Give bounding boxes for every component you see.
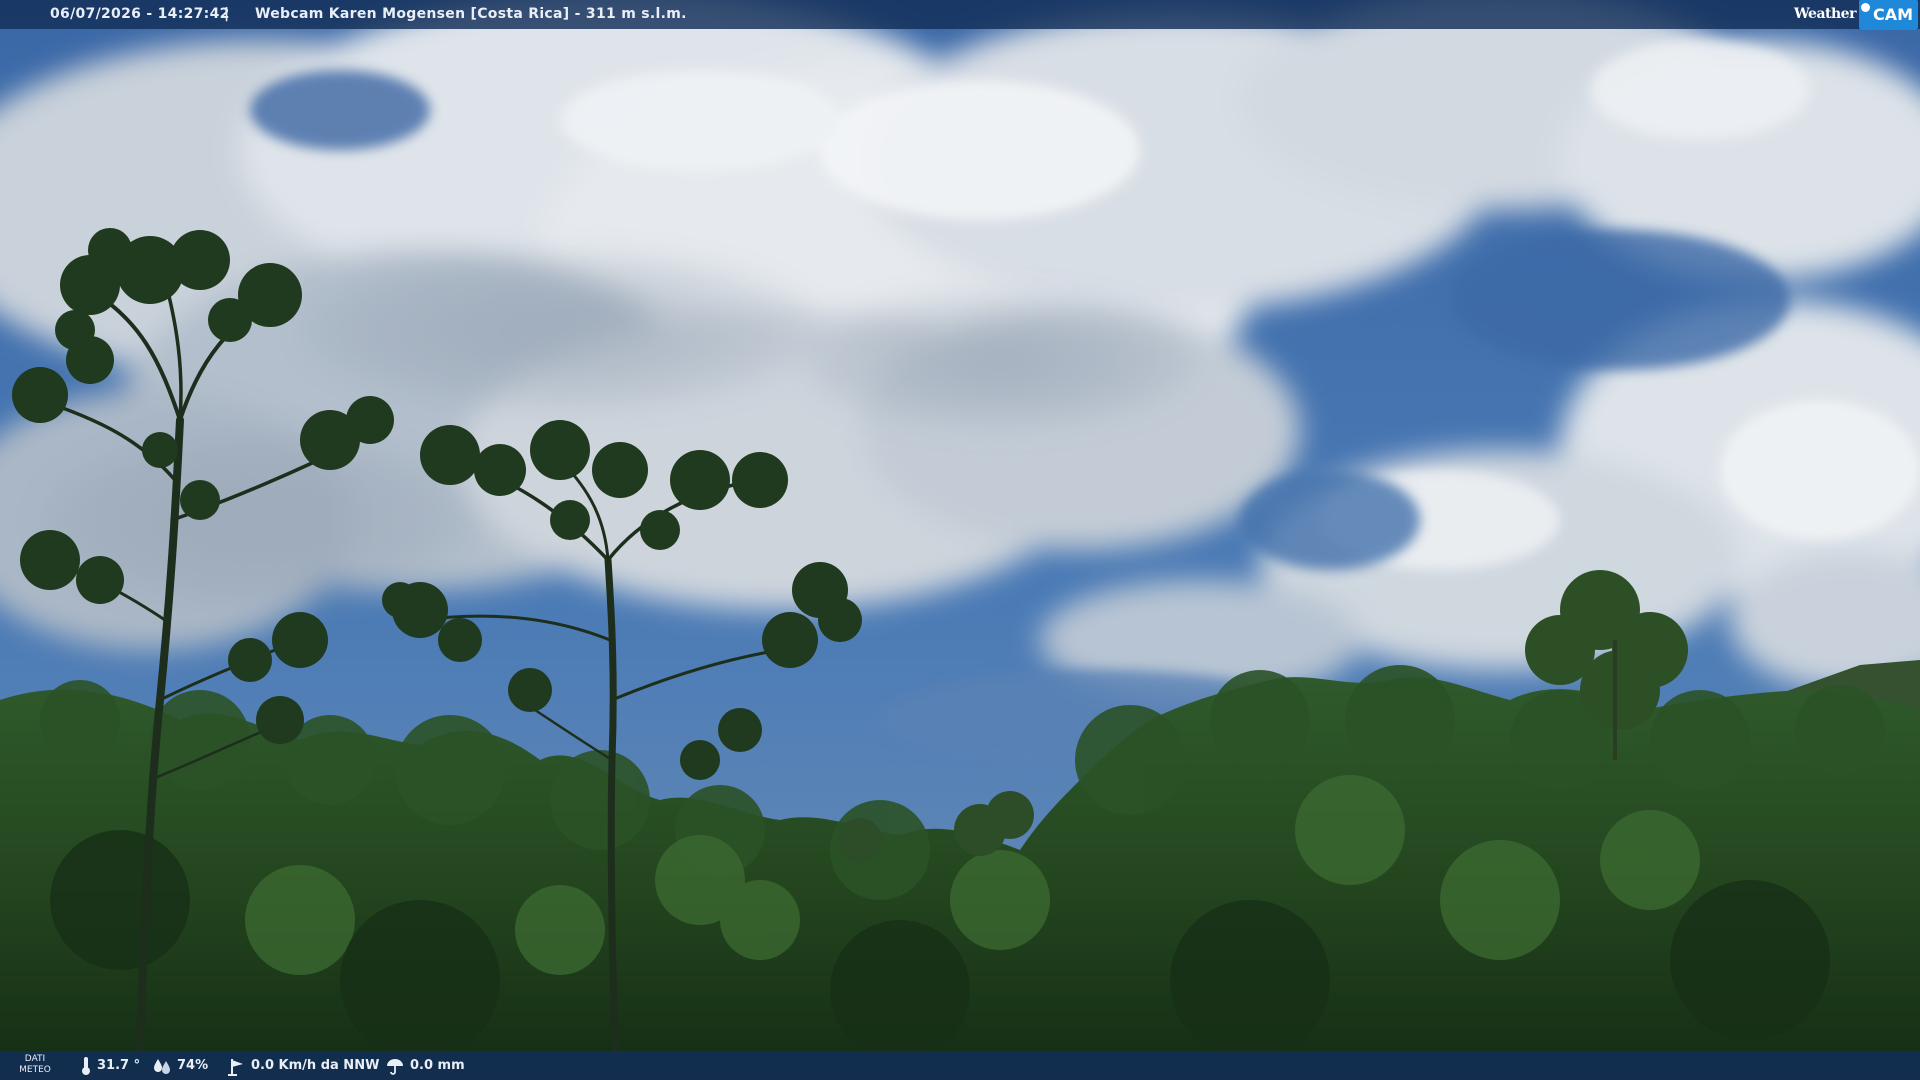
weather-data-label: DATI METEO bbox=[18, 1054, 52, 1076]
wind-icon bbox=[228, 1058, 243, 1076]
humidity-reading: 74% bbox=[152, 1051, 208, 1080]
webcam-title: Webcam Karen Mogensen [Costa Rica] - 311… bbox=[255, 6, 687, 22]
webcam-frame: 06/07/2026 - 14:27:42 | Webcam Karen Mog… bbox=[0, 0, 1920, 1080]
webcam-image bbox=[0, 0, 1920, 1080]
thermometer-icon bbox=[82, 1056, 90, 1075]
rain-umbrella-icon bbox=[387, 1058, 403, 1075]
humidity-drop-icon bbox=[154, 1058, 170, 1074]
temperature-reading: 31.7 ° bbox=[80, 1051, 140, 1080]
weathercam-logo: Weather CAM bbox=[1793, 0, 1918, 30]
weather-data-bar: DATI METEO 31.7 ° 74% 0.0 Km/h da NNW 0.… bbox=[0, 1051, 1920, 1080]
wind-value: 0.0 Km/h da NNW bbox=[251, 1058, 380, 1073]
logo-weather-text: Weather bbox=[1793, 5, 1857, 22]
capture-timestamp: 06/07/2026 - 14:27:42 bbox=[50, 6, 230, 22]
rain-reading: 0.0 mm bbox=[385, 1051, 465, 1080]
logo-cam-badge: CAM bbox=[1858, 0, 1918, 30]
webcam-info-bar: 06/07/2026 - 14:27:42 | Webcam Karen Mog… bbox=[0, 0, 1920, 30]
logo-cam-text: CAM bbox=[1872, 4, 1913, 24]
title-separator: | bbox=[224, 6, 230, 22]
weather-label-line-1: DATI bbox=[24, 1054, 46, 1064]
temperature-value: 31.7 ° bbox=[97, 1058, 141, 1073]
wind-reading: 0.0 Km/h da NNW bbox=[226, 1051, 379, 1080]
weather-label-line-2: METEO bbox=[19, 1065, 51, 1075]
logo-dot-icon bbox=[1860, 2, 1870, 12]
rain-value: 0.0 mm bbox=[410, 1058, 465, 1073]
humidity-value: 74% bbox=[177, 1058, 209, 1073]
